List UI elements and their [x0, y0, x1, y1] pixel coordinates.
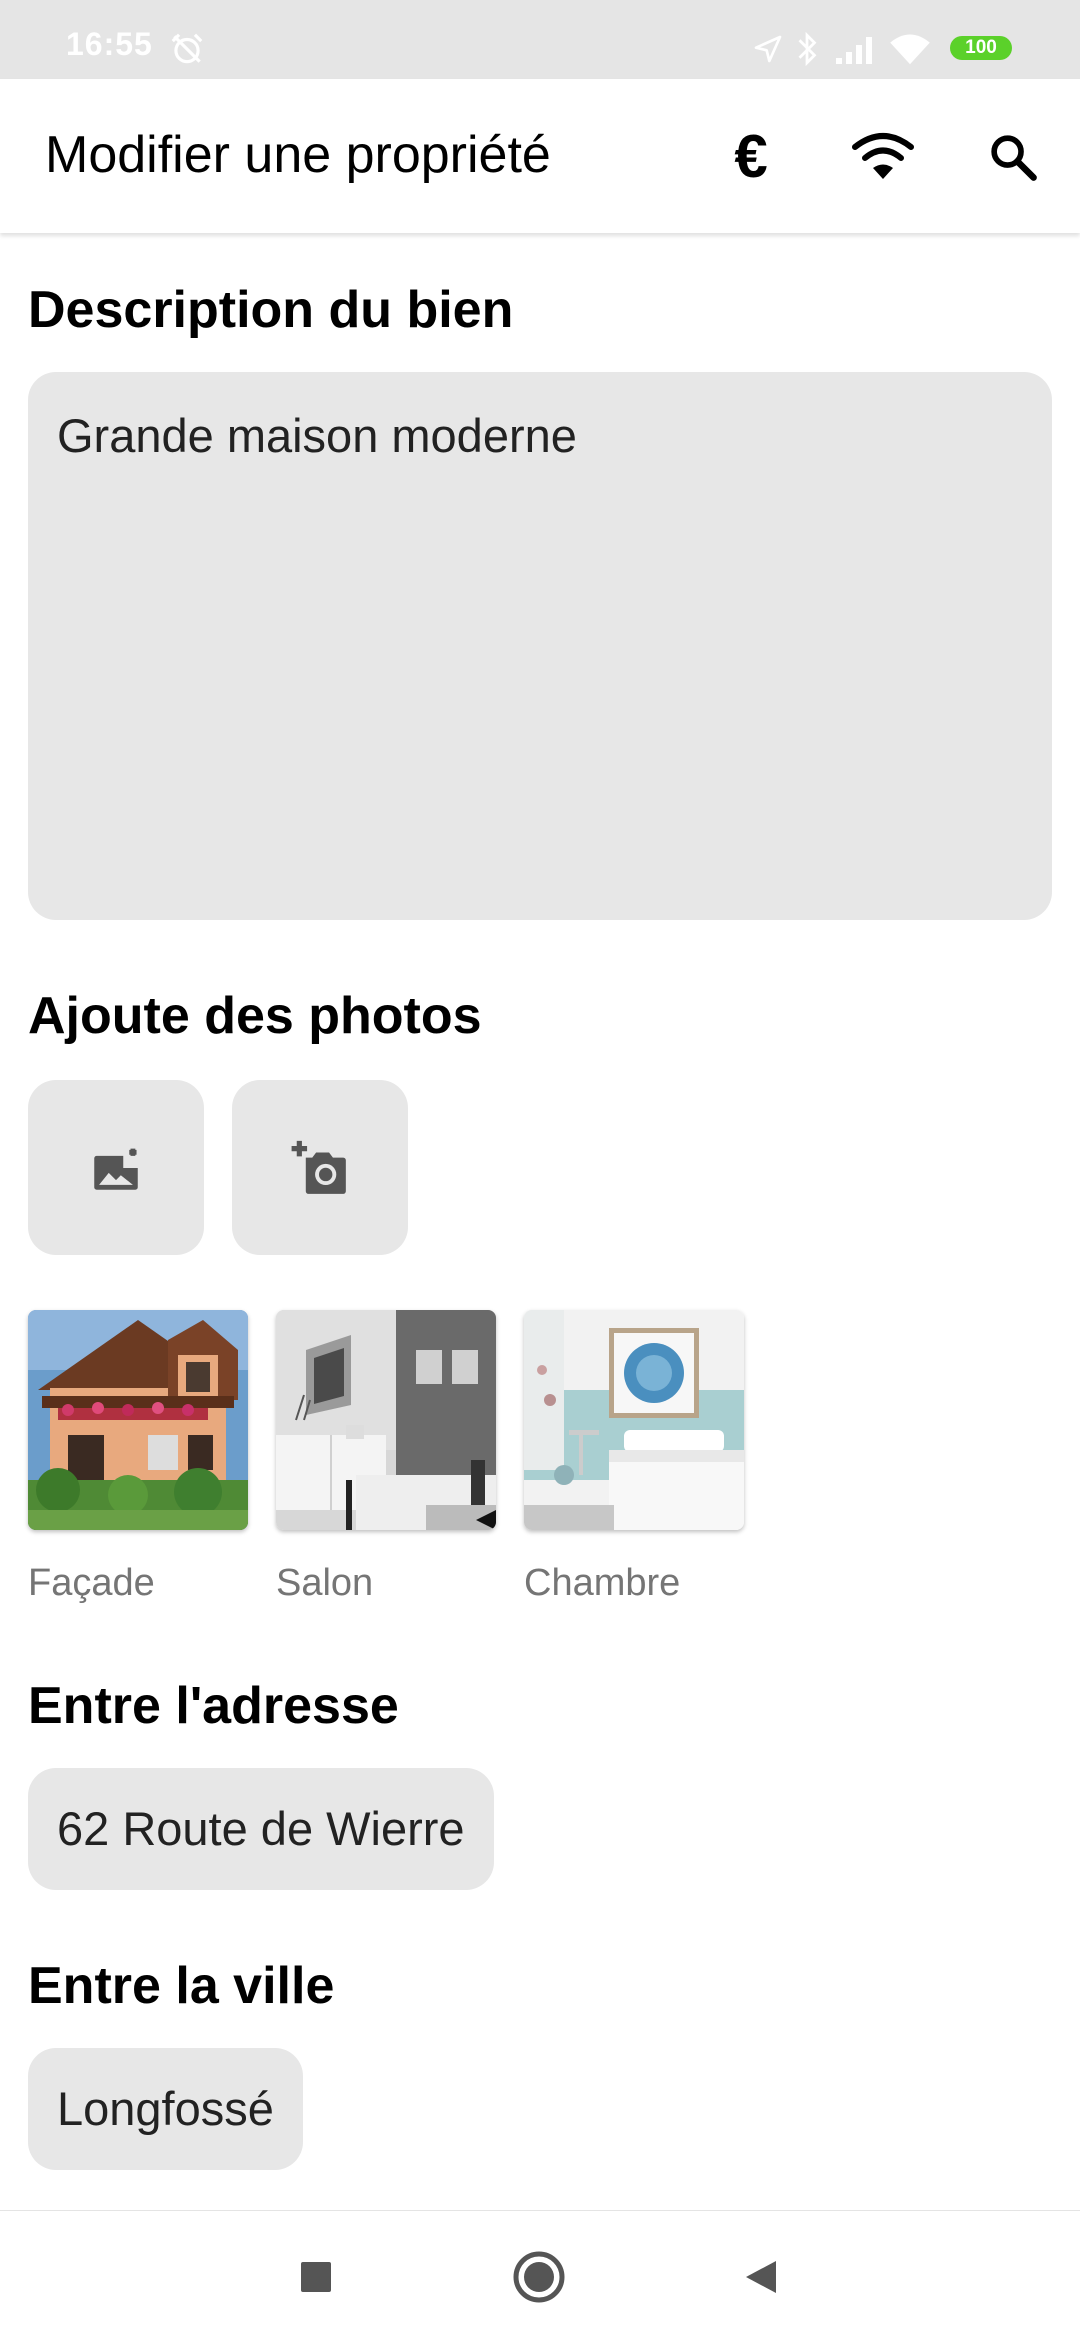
photo-label-salon: Salon	[276, 1562, 374, 1604]
euro-icon: €	[734, 123, 768, 190]
triangle-back-icon	[746, 2261, 776, 2293]
bluetooth-icon	[798, 31, 817, 67]
back-button[interactable]	[722, 2239, 798, 2315]
city-heading: Entre la ville	[28, 1957, 335, 2015]
description-heading: Description du bien	[28, 281, 514, 339]
wifi-icon	[890, 34, 930, 65]
living-room-image	[276, 1310, 496, 1530]
description-input[interactable]: Grande maison moderne	[28, 372, 1052, 920]
wifi-icon	[852, 133, 914, 179]
location-icon	[754, 35, 782, 63]
circle-icon	[513, 2251, 565, 2303]
euro-button[interactable]: €	[718, 124, 784, 190]
page-title: Modifier une propriété	[45, 126, 551, 184]
add-camera-icon	[291, 1140, 346, 1194]
wifi-button[interactable]	[850, 124, 916, 190]
add-photo-from-camera-button[interactable]	[232, 1080, 408, 1255]
photo-thumbnail-facade[interactable]	[28, 1310, 248, 1530]
alarm-off-icon	[171, 33, 203, 64]
photos-heading: Ajoute des photos	[28, 987, 482, 1045]
search-button[interactable]	[980, 124, 1046, 190]
search-icon	[991, 135, 1037, 181]
app-bar: Modifier une propriété €	[0, 79, 1080, 233]
recents-button[interactable]	[278, 2239, 354, 2315]
status-time: 16:55	[66, 26, 153, 62]
city-input[interactable]: Longfossé	[28, 2048, 303, 2170]
status-bar: 16:55 100	[0, 0, 1080, 79]
bedroom-image	[524, 1310, 744, 1530]
photo-thumbnail-salon[interactable]	[276, 1310, 496, 1530]
home-button[interactable]	[501, 2239, 577, 2315]
photo-label-facade: Façade	[28, 1562, 155, 1604]
house-facade-image	[28, 1310, 248, 1530]
square-icon	[301, 2262, 331, 2292]
address-input[interactable]: 62 Route de Wierre	[28, 1768, 494, 1890]
add-image-icon	[94, 1148, 138, 1190]
system-nav-bar	[0, 2210, 1080, 2341]
photo-thumbnail-chambre[interactable]	[524, 1310, 744, 1530]
battery-icon: 100	[950, 36, 1012, 60]
address-heading: Entre l'adresse	[28, 1677, 399, 1735]
add-photo-from-gallery-button[interactable]	[28, 1080, 204, 1255]
photo-label-chambre: Chambre	[524, 1562, 681, 1604]
signal-icon	[836, 37, 872, 64]
